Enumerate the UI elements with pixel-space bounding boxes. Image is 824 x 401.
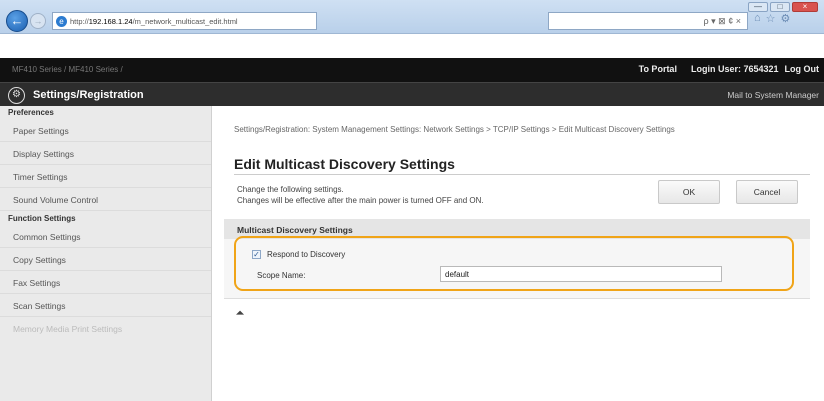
sidebar-item-sound-volume[interactable]: Sound Volume Control (0, 188, 211, 211)
gear-icon[interactable]: ⚙ (781, 12, 791, 25)
maximize-icon[interactable]: □ (770, 2, 790, 12)
home-icon[interactable]: ⌂ (754, 12, 761, 25)
mail-to-system-manager-link[interactable]: Mail to System Manager (727, 90, 819, 100)
to-portal-link[interactable]: To Portal (639, 64, 677, 74)
address-actions[interactable]: ρ ▾ ⊠ ¢ × (548, 12, 748, 30)
scope-name-input[interactable] (440, 266, 722, 282)
sidebar-item-display-settings[interactable]: Display Settings (0, 142, 211, 165)
favorites-star-icon[interactable]: ☆ (766, 12, 776, 25)
back-arrow-icon[interactable]: ← (6, 10, 28, 32)
main-content: Settings/Registration: System Management… (212, 106, 824, 401)
respond-to-discovery-label: Respond to Discovery (267, 250, 346, 259)
app-top-bar: MF410 Series / MF410 Series / To Portal … (0, 58, 824, 82)
login-user-text: Login User: 7654321 (690, 64, 779, 74)
settings-gear-icon: ⚙ (8, 87, 25, 104)
instructions-text: Change the following settings. Changes w… (237, 184, 484, 206)
minimize-icon[interactable]: — (748, 2, 768, 12)
sidebar: Preferences Paper Settings Display Setti… (0, 106, 212, 401)
browser-titlebar: — □ × ← → e http://192.168.1.24/m_networ… (0, 0, 824, 34)
log-out-link[interactable]: Log Out (785, 64, 820, 74)
ok-button[interactable]: OK (658, 180, 720, 204)
browser-toolbar: ⌂ ☆ ⚙ (754, 12, 790, 25)
respond-to-discovery-checkbox[interactable]: ✓ (252, 250, 261, 259)
sidebar-item-copy-settings[interactable]: Copy Settings (0, 248, 211, 271)
forward-arrow-icon[interactable]: → (30, 13, 46, 29)
scope-name-label: Scope Name: (257, 271, 306, 280)
sidebar-item-scan-settings[interactable]: Scan Settings (0, 294, 211, 317)
printer-name: MF410 Series / MF410 Series / (12, 65, 123, 74)
breadcrumb: Settings/Registration: System Management… (234, 125, 675, 134)
title-divider (234, 174, 810, 175)
sidebar-item-memory-media[interactable]: Memory Media Print Settings (0, 317, 211, 340)
sidebar-item-fax-settings[interactable]: Fax Settings (0, 271, 211, 294)
sidebar-item-common-settings[interactable]: Common Settings (0, 225, 211, 248)
page-title: Edit Multicast Discovery Settings (234, 156, 455, 172)
cancel-button[interactable]: Cancel (736, 180, 798, 204)
instructions-line-2: Changes will be effective after the main… (237, 196, 484, 205)
close-icon[interactable]: × (792, 2, 818, 12)
sidebar-item-paper-settings[interactable]: Paper Settings (0, 119, 211, 142)
app-title: Settings/Registration (33, 89, 144, 101)
sidebar-heading-function: Function Settings (8, 214, 76, 223)
app-title-bar: ⚙ Settings/Registration Mail to System M… (0, 82, 824, 106)
header-links: To Portal Login User: 7654321 Log Out (639, 64, 819, 74)
window-controls: — □ × (748, 2, 818, 12)
browser-logo-icon: e (56, 15, 67, 27)
highlight-outline (234, 236, 794, 291)
instructions-line-1: Change the following settings. (237, 185, 344, 194)
address-bar[interactable]: e http://192.168.1.24/m_network_multicas… (52, 12, 317, 30)
back-to-top-icon[interactable]: ⏶ (236, 308, 244, 319)
address-action-icons[interactable]: ρ ▾ ⊠ ¢ × (704, 16, 741, 27)
url-text: http://192.168.1.24/m_network_multicast_… (70, 16, 238, 26)
sidebar-item-timer-settings[interactable]: Timer Settings (0, 165, 211, 188)
sidebar-heading-preferences: Preferences (8, 108, 54, 117)
